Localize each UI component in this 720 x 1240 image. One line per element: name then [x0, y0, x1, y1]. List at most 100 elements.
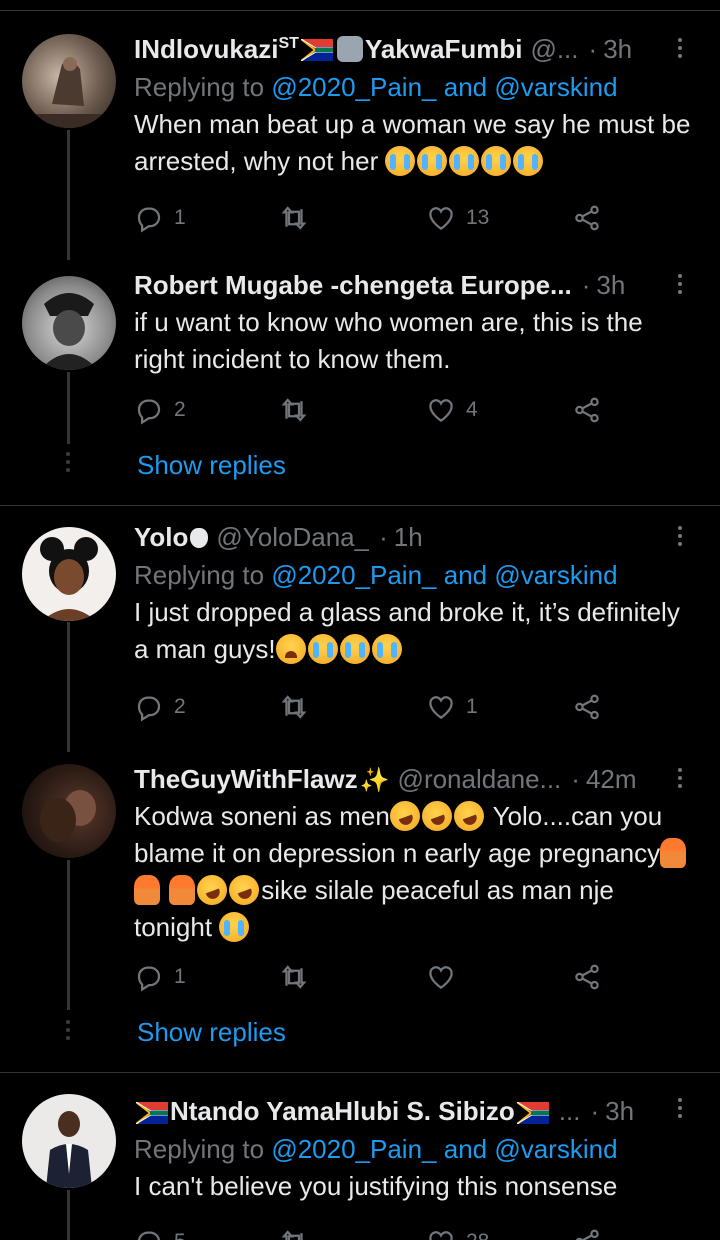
reply-button[interactable]: 2: [134, 687, 186, 727]
show-replies-link[interactable]: Show replies: [137, 1017, 286, 1048]
rofl-emoji: [449, 796, 489, 836]
south-africa-flag-icon: [300, 37, 334, 62]
south-africa-flag-icon: [135, 1100, 169, 1125]
retweet-button[interactable]: [279, 198, 309, 238]
replying-to: Replying to @2020_Pain_ and @varskind: [134, 1134, 618, 1164]
share-button[interactable]: [572, 198, 602, 238]
replying-users-link[interactable]: @2020_Pain_ and @varskind: [271, 72, 617, 102]
display-name[interactable]: Ntando YamaHlubi S. Sibizo: [170, 1096, 515, 1127]
south-africa-flag-icon: [516, 1100, 550, 1125]
display-name[interactable]: INdlovukaziST YakwaFumbi: [134, 34, 522, 65]
tweet-text: if u want to know who women are, this is…: [134, 307, 643, 374]
replying-to: Replying to @2020_Pain_ and @varskind: [134, 72, 618, 102]
sparkles-icon: ✨: [359, 766, 390, 794]
rofl-emoji: [225, 870, 264, 910]
share-button[interactable]: [572, 390, 602, 430]
retweet-icon: [279, 1227, 309, 1240]
rofl-emoji: [417, 796, 457, 836]
timestamp[interactable]: 3h: [605, 1096, 634, 1127]
like-icon: [426, 395, 456, 425]
retweet-icon: [279, 203, 309, 233]
thread-line: [67, 1190, 70, 1240]
retweet-icon: [279, 395, 309, 425]
like-button[interactable]: 4: [426, 390, 478, 430]
rofl-emoji: [193, 870, 232, 910]
share-icon: [572, 203, 602, 233]
reply-button[interactable]: 1: [134, 198, 186, 238]
reply-icon: [134, 962, 164, 992]
weary-emoji: [275, 634, 306, 664]
replying-users-link[interactable]: @2020_Pain_ and @varskind: [271, 560, 617, 590]
display-name[interactable]: Yolo: [134, 522, 209, 553]
reply-icon: [134, 395, 164, 425]
crying-emoji: [339, 634, 370, 664]
thread-divider: [0, 1072, 720, 1073]
reply-icon: [134, 692, 164, 722]
thread-line: [67, 860, 70, 1010]
reply-button[interactable]: 1: [134, 957, 186, 997]
handle[interactable]: ...: [559, 1096, 581, 1127]
timestamp[interactable]: 3h: [596, 270, 625, 301]
like-button[interactable]: 1: [426, 687, 478, 727]
share-icon: [572, 395, 602, 425]
like-button[interactable]: 28: [426, 1222, 489, 1240]
top-divider: [0, 10, 720, 11]
separator: ·: [571, 763, 580, 794]
crying-emoji: [371, 634, 402, 664]
crying-emoji: [385, 146, 416, 176]
retweet-button[interactable]: [279, 390, 309, 430]
replying-users-link[interactable]: @2020_Pain_ and @varskind: [271, 1134, 617, 1164]
thread-divider: [0, 505, 720, 506]
facepalm-emoji: [134, 875, 160, 905]
facepalm-emoji: [169, 875, 196, 905]
timestamp[interactable]: 3h: [603, 34, 632, 65]
more-icon[interactable]: [668, 270, 692, 300]
more-icon[interactable]: [668, 1094, 692, 1124]
display-name[interactable]: TheGuyWithFlawz✨: [134, 764, 390, 795]
share-icon: [572, 1227, 602, 1240]
avatar[interactable]: [22, 1094, 116, 1188]
retweet-button[interactable]: [279, 1222, 309, 1240]
share-button[interactable]: [572, 687, 602, 727]
avatar[interactable]: [22, 527, 116, 621]
separator: ·: [581, 269, 591, 300]
handle[interactable]: @ronaldane...: [398, 764, 562, 795]
crying-emoji: [417, 146, 448, 176]
handle[interactable]: @YoloDana_: [216, 522, 369, 553]
reply-button[interactable]: 2: [134, 390, 186, 430]
tweet-text: Kodwa soneni as men Yolo....can you blam…: [134, 796, 692, 946]
avatar[interactable]: [22, 764, 116, 858]
avatar[interactable]: [22, 276, 116, 370]
show-replies-link[interactable]: Show replies: [137, 450, 286, 481]
reply-button[interactable]: 5: [134, 1222, 186, 1240]
share-button[interactable]: [572, 957, 602, 997]
crying-emoji: [481, 146, 512, 176]
wolf-icon: [336, 35, 363, 62]
retweet-button[interactable]: [279, 687, 309, 727]
tweet-text: When man beat up a woman we say he must …: [134, 109, 691, 176]
like-button[interactable]: 13: [426, 198, 489, 238]
tweet-header: Robert Mugabe -chengeta Europe... · 3h: [134, 266, 692, 304]
reply-icon: [134, 203, 164, 233]
share-button[interactable]: [572, 1222, 602, 1240]
timestamp[interactable]: 1h: [394, 522, 423, 553]
facepalm-emoji: [660, 838, 687, 868]
tweet-actions: 1 13: [134, 198, 614, 238]
reply-icon: [134, 1227, 164, 1240]
tweet-actions: 1: [134, 957, 614, 997]
replying-to: Replying to @2020_Pain_ and @varskind: [134, 560, 618, 590]
avatar[interactable]: [22, 34, 116, 128]
share-icon: [572, 962, 602, 992]
more-icon[interactable]: [668, 34, 692, 64]
more-icon[interactable]: [668, 522, 692, 552]
retweet-icon: [279, 692, 309, 722]
like-icon: [426, 203, 456, 233]
timestamp[interactable]: 42m: [586, 764, 637, 795]
retweet-button[interactable]: [279, 957, 309, 997]
display-name[interactable]: Robert Mugabe -chengeta Europe...: [134, 270, 572, 301]
more-icon[interactable]: [668, 764, 692, 794]
thread-dots: [66, 452, 71, 476]
handle[interactable]: @...: [530, 34, 578, 65]
like-button[interactable]: [426, 957, 456, 997]
tweet-header: TheGuyWithFlawz✨ @ronaldane... · 42m: [134, 760, 692, 798]
